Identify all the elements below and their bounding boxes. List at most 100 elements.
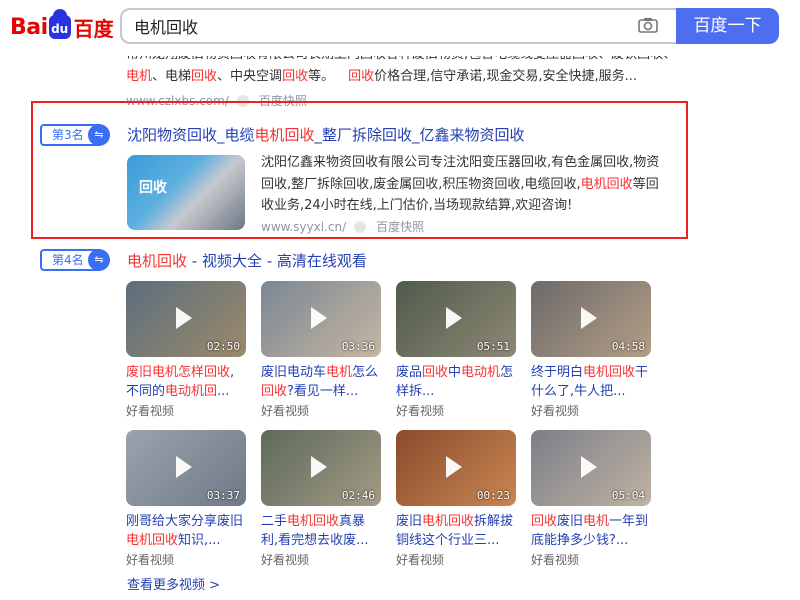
video-card[interactable]: 05:04 回收废旧电机一年到底能挣多少钱?... 好看视频: [531, 430, 651, 568]
highlight-term: 回收: [422, 365, 449, 380]
video-duration: 05:04: [611, 489, 645, 502]
link-icon: ⇋: [88, 249, 110, 271]
highlight-term: 回收: [282, 69, 309, 84]
video-title[interactable]: 二手电机回收真暴利,看完想去收废...: [261, 512, 381, 550]
logo-text-cn: 百度: [73, 16, 114, 41]
video-title[interactable]: 废旧电机回收拆解拔铜线这个行业三...: [396, 512, 516, 550]
more-videos-link[interactable]: 查看更多视频 >: [127, 574, 220, 593]
video-duration: 02:46: [341, 489, 375, 502]
video-thumbnail[interactable]: 02:50: [126, 281, 246, 357]
highlight-term: 电机: [126, 69, 153, 84]
video-source: 好看视频: [396, 404, 445, 418]
highlight-term: 电机回收: [254, 126, 315, 144]
video-card[interactable]: 00:23 废旧电机回收拆解拔铜线这个行业三... 好看视频: [396, 430, 516, 568]
search-input[interactable]: [122, 10, 602, 42]
video-card[interactable]: 02:50 废旧电机怎样回收,不同的电动机回... 好看视频: [126, 281, 246, 419]
video-card[interactable]: 03:37 刚哥给大家分享废旧电机回收知识,... 好看视频: [126, 430, 246, 568]
video-source: 好看视频: [531, 404, 580, 418]
title-text: _整厂拆除回收_亿鑫来物资回收: [314, 126, 525, 144]
video-duration: 05:51: [476, 340, 510, 353]
baidu-logo[interactable]: Bai du 百度: [10, 9, 114, 44]
camera-icon[interactable]: [638, 17, 658, 33]
video-title[interactable]: 终于明白电机回收干什么了,牛人把...: [531, 363, 651, 401]
video-thumbnail[interactable]: 02:46: [261, 430, 381, 506]
video-thumbnail[interactable]: 04:58: [531, 281, 651, 357]
highlight-term: 电机回收: [580, 176, 633, 192]
highlight-term: 电机回收: [126, 533, 179, 548]
title-text: 知识,...: [178, 533, 221, 548]
text: 、中央空调: [217, 69, 283, 84]
highlight-term: 回收: [531, 514, 558, 529]
video-thumbnail[interactable]: 03:36: [261, 281, 381, 357]
play-icon[interactable]: [311, 456, 327, 478]
logo-text: Bai: [10, 14, 48, 40]
play-icon[interactable]: [446, 456, 462, 478]
title-text: - 视频大全 - 高清在线观看: [187, 252, 367, 270]
prev-result-line2: 电机、电梯回收、中央空调回收等。 回收价格合理,信守承诺,现金交易,安全快捷,服务…: [126, 66, 686, 88]
video-thumbnail[interactable]: 05:51: [396, 281, 516, 357]
title-text: 废品: [396, 365, 423, 380]
paw-icon: du: [48, 9, 71, 39]
title-text: 沈阳物资回收_电缆: [127, 126, 255, 144]
highlight-term: 回收: [348, 69, 375, 84]
highlight-term: 电动机: [165, 384, 205, 399]
video-source: 好看视频: [126, 553, 175, 567]
play-icon[interactable]: [581, 307, 597, 329]
video-duration: 02:50: [206, 340, 240, 353]
video-card[interactable]: 05:51 废品回收中电动机怎样拆... 好看视频: [396, 281, 516, 419]
play-icon[interactable]: [176, 307, 192, 329]
result-thumbnail[interactable]: 回收: [127, 155, 245, 230]
result-description: 沈阳亿鑫来物资回收有限公司专注沈阳变压器回收,有色金属回收,物资回收,整厂拆除回…: [261, 152, 671, 217]
rank-badge-4: 第4名 ⇋: [40, 249, 110, 271]
video-title[interactable]: 回收废旧电机一年到底能挣多少钱?...: [531, 512, 651, 550]
text: 等。: [308, 69, 335, 84]
snapshot-icon: [354, 221, 367, 233]
title-text: 终于明白: [531, 365, 584, 380]
title-text: 刚哥给大家分享废旧: [126, 514, 244, 529]
highlight-term: 电动机: [461, 365, 501, 380]
video-source: 好看视频: [531, 553, 580, 567]
play-icon[interactable]: [311, 307, 327, 329]
video-thumbnail[interactable]: 00:23: [396, 430, 516, 506]
title-text: ?看见一样...: [287, 384, 359, 399]
video-thumbnail[interactable]: 03:37: [126, 430, 246, 506]
video-source: 好看视频: [396, 553, 445, 567]
video-duration: 03:37: [206, 489, 240, 502]
title-text: 二手: [261, 514, 288, 529]
result-source: www.syyxl.cn/百度快照: [261, 218, 424, 235]
video-source: 好看视频: [261, 404, 310, 418]
video-card[interactable]: 04:58 终于明白电机回收干什么了,牛人把... 好看视频: [531, 281, 651, 419]
video-thumbnail[interactable]: 05:04: [531, 430, 651, 506]
video-duration: 04:58: [611, 340, 645, 353]
play-icon[interactable]: [446, 307, 462, 329]
video-card[interactable]: 03:36 废旧电动车电机怎么回收?看见一样... 好看视频: [261, 281, 381, 419]
video-title[interactable]: 废旧电动车电机怎么回收?看见一样...: [261, 363, 381, 401]
highlight-term: 电机回收: [287, 514, 340, 529]
highlight-term: 电机回收: [422, 514, 475, 529]
video-source: 好看视频: [126, 404, 175, 418]
title-text: 怎么: [352, 365, 379, 380]
highlight-term: 废旧电机怎样: [126, 365, 205, 380]
header: Bai du 百度 百度一下: [0, 0, 800, 56]
video-section-title[interactable]: 电机回收 - 视频大全 - 高清在线观看: [127, 250, 367, 271]
highlight-term: 回收: [261, 384, 288, 399]
play-icon[interactable]: [176, 456, 192, 478]
search-box[interactable]: [120, 8, 676, 44]
title-text: 废旧电动车: [261, 365, 327, 380]
title-text: 废旧: [396, 514, 423, 529]
highlight-term: 电机回收: [127, 252, 188, 270]
highlight-term: 回收: [204, 365, 231, 380]
highlight-term: 回: [204, 384, 218, 399]
result-title[interactable]: 沈阳物资回收_电缆电机回收_整厂拆除回收_亿鑫来物资回收: [127, 124, 525, 145]
video-title[interactable]: 废旧电机怎样回收,不同的电动机回...: [126, 363, 246, 401]
search-button[interactable]: 百度一下: [676, 8, 779, 44]
highlight-term: 回收: [191, 69, 218, 84]
result-url[interactable]: www.syyxl.cn/: [261, 220, 346, 234]
title-text: 废旧: [557, 514, 584, 529]
video-title[interactable]: 废品回收中电动机怎样拆...: [396, 363, 516, 401]
video-title[interactable]: 刚哥给大家分享废旧电机回收知识,...: [126, 512, 246, 550]
video-card[interactable]: 02:46 二手电机回收真暴利,看完想去收废... 好看视频: [261, 430, 381, 568]
snapshot-link[interactable]: 百度快照: [376, 220, 424, 234]
play-icon[interactable]: [581, 456, 597, 478]
text: 、电梯: [152, 69, 192, 84]
